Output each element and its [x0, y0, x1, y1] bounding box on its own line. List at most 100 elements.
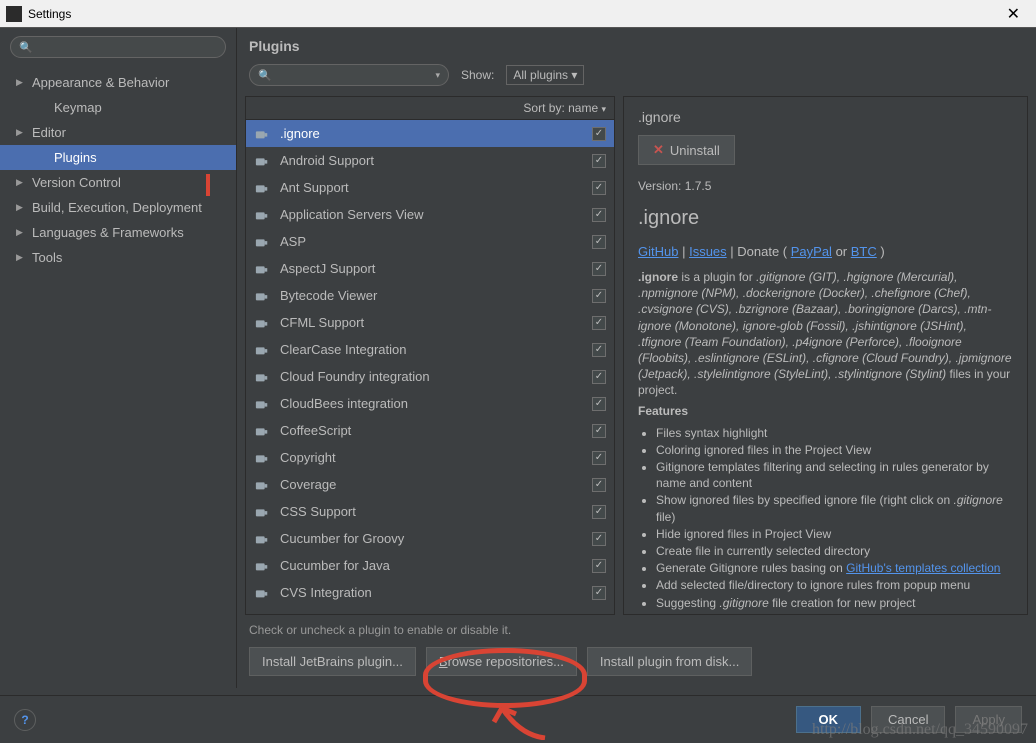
sidebar-item-languages-frameworks[interactable]: ▶Languages & Frameworks: [0, 220, 236, 245]
chevron-right-icon: ▶: [16, 127, 26, 138]
sidebar-item-keymap[interactable]: Keymap: [0, 95, 236, 120]
plugin-row[interactable]: Bytecode Viewer✓: [246, 282, 614, 309]
chevron-right-icon: ▶: [16, 77, 26, 88]
plugin-checkbox[interactable]: ✓: [592, 478, 606, 492]
plugin-row[interactable]: CSS Support✓: [246, 498, 614, 525]
plugin-row[interactable]: ClearCase Integration✓: [246, 336, 614, 363]
paypal-link[interactable]: PayPal: [791, 244, 832, 259]
plugin-row[interactable]: Cucumber for Groovy✓: [246, 525, 614, 552]
chevron-down-icon[interactable]: ▾: [435, 70, 440, 81]
app-icon: [6, 6, 22, 22]
page-title: Plugins: [237, 28, 1036, 60]
sidebar-item-editor[interactable]: ▶Editor: [0, 120, 236, 145]
install-from-disk-button[interactable]: Install plugin from disk...: [587, 647, 752, 676]
hint-text: Check or uncheck a plugin to enable or d…: [237, 615, 1036, 641]
plugin-checkbox[interactable]: ✓: [592, 559, 606, 573]
plugin-row[interactable]: Copyright✓: [246, 444, 614, 471]
plugin-checkbox[interactable]: ✓: [592, 424, 606, 438]
plugin-row[interactable]: CoffeeScript✓: [246, 417, 614, 444]
sidebar-item-tools[interactable]: ▶Tools: [0, 245, 236, 270]
plugin-icon: [254, 234, 270, 250]
sidebar-item-build-execution-deployment[interactable]: ▶Build, Execution, Deployment: [0, 195, 236, 220]
plugin-checkbox[interactable]: ✓: [592, 397, 606, 411]
plugin-icon: [254, 288, 270, 304]
chevron-down-icon: ▾: [601, 104, 606, 114]
plugin-label: CFML Support: [280, 315, 592, 330]
plugin-checkbox[interactable]: ✓: [592, 532, 606, 546]
help-icon[interactable]: ?: [14, 709, 36, 731]
browse-repositories-button[interactable]: Browse repositories...: [426, 647, 577, 676]
plugin-icon: [254, 396, 270, 412]
plugin-label: Coverage: [280, 477, 592, 492]
plugin-icon: [254, 504, 270, 520]
plugin-checkbox[interactable]: ✓: [592, 208, 606, 222]
plugin-row[interactable]: Cloud Foundry integration✓: [246, 363, 614, 390]
show-filter-select[interactable]: All plugins ▾: [506, 65, 584, 85]
plugin-search-input[interactable]: [276, 68, 436, 82]
plugin-checkbox[interactable]: ✓: [592, 451, 606, 465]
plugin-row[interactable]: CloudBees integration✓: [246, 390, 614, 417]
plugin-search-box[interactable]: 🔍 ▾: [249, 64, 449, 86]
plugin-label: Cucumber for Groovy: [280, 531, 592, 546]
plugin-row[interactable]: Android Support✓: [246, 147, 614, 174]
plugin-icon: [254, 369, 270, 385]
plugin-checkbox[interactable]: ✓: [592, 586, 606, 600]
cancel-button[interactable]: Cancel: [871, 706, 945, 733]
plugin-row[interactable]: Application Servers View✓: [246, 201, 614, 228]
sidebar-item-appearance-behavior[interactable]: ▶Appearance & Behavior: [0, 70, 236, 95]
plugin-checkbox[interactable]: ✓: [592, 370, 606, 384]
btc-link[interactable]: BTC: [851, 244, 877, 259]
detail-description: .ignore is a plugin for .gitignore (GIT)…: [638, 269, 1013, 611]
plugin-checkbox[interactable]: ✓: [592, 127, 606, 141]
plugin-row[interactable]: CVS Integration✓: [246, 579, 614, 606]
plugin-label: CoffeeScript: [280, 423, 592, 438]
sort-bar[interactable]: Sort by: name ▾: [246, 97, 614, 120]
settings-tree: ▶Appearance & BehaviorKeymap▶EditorPlugi…: [0, 66, 236, 274]
uninstall-button[interactable]: ✕ Uninstall: [638, 135, 735, 165]
plugin-checkbox[interactable]: ✓: [592, 154, 606, 168]
plugin-icon: [254, 531, 270, 547]
ok-button[interactable]: OK: [796, 706, 862, 733]
sidebar-search-box[interactable]: 🔍: [10, 36, 226, 58]
plugin-checkbox[interactable]: ✓: [592, 316, 606, 330]
sidebar-item-plugins[interactable]: Plugins: [0, 145, 236, 170]
plugin-checkbox[interactable]: ✓: [592, 289, 606, 303]
plugin-checkbox[interactable]: ✓: [592, 262, 606, 276]
plugin-list[interactable]: .ignore✓Android Support✓Ant Support✓Appl…: [246, 120, 614, 614]
plugin-row[interactable]: Coverage✓: [246, 471, 614, 498]
plugin-row[interactable]: ASP✓: [246, 228, 614, 255]
github-link[interactable]: GitHub: [638, 244, 678, 259]
plugin-row[interactable]: AspectJ Support✓: [246, 255, 614, 282]
sidebar-item-version-control[interactable]: ▶Version Control: [0, 170, 236, 195]
plugin-row[interactable]: .ignore✓: [246, 120, 614, 147]
feature-item: Gitignore templates filtering and select…: [656, 459, 1013, 491]
chevron-right-icon: ▶: [16, 202, 26, 213]
plugin-icon: [254, 585, 270, 601]
feature-item: Suggesting .gitignore file creation for …: [656, 595, 1013, 611]
plugin-label: Bytecode Viewer: [280, 288, 592, 303]
bottom-bar: ? OK Cancel Apply: [0, 695, 1036, 743]
plugin-icon: [254, 450, 270, 466]
show-label: Show:: [461, 68, 494, 82]
plugin-checkbox[interactable]: ✓: [592, 235, 606, 249]
feature-item: Show ignored files by specified ignore f…: [656, 492, 1013, 524]
close-icon[interactable]: ✕: [997, 4, 1030, 24]
close-icon: ✕: [653, 142, 664, 158]
feature-item: Files syntax highlight: [656, 425, 1013, 441]
feature-item: Add selected file/directory to ignore ru…: [656, 577, 1013, 593]
plugin-checkbox[interactable]: ✓: [592, 343, 606, 357]
plugin-checkbox[interactable]: ✓: [592, 505, 606, 519]
install-jetbrains-button[interactable]: Install JetBrains plugin...: [249, 647, 416, 676]
plugin-label: Application Servers View: [280, 207, 592, 222]
feature-item: Hide ignored files in Project View: [656, 526, 1013, 542]
plugin-checkbox[interactable]: ✓: [592, 181, 606, 195]
github-templates-link[interactable]: GitHub's templates collection: [846, 561, 1000, 575]
plugin-icon: [254, 207, 270, 223]
plugin-row[interactable]: Ant Support✓: [246, 174, 614, 201]
issues-link[interactable]: Issues: [689, 244, 727, 259]
plugin-row[interactable]: CFML Support✓: [246, 309, 614, 336]
sidebar-search-input[interactable]: [37, 40, 217, 54]
apply-button[interactable]: Apply: [955, 706, 1022, 733]
detail-links: GitHub | Issues | Donate ( PayPal or BTC…: [638, 244, 1013, 259]
plugin-row[interactable]: Cucumber for Java✓: [246, 552, 614, 579]
